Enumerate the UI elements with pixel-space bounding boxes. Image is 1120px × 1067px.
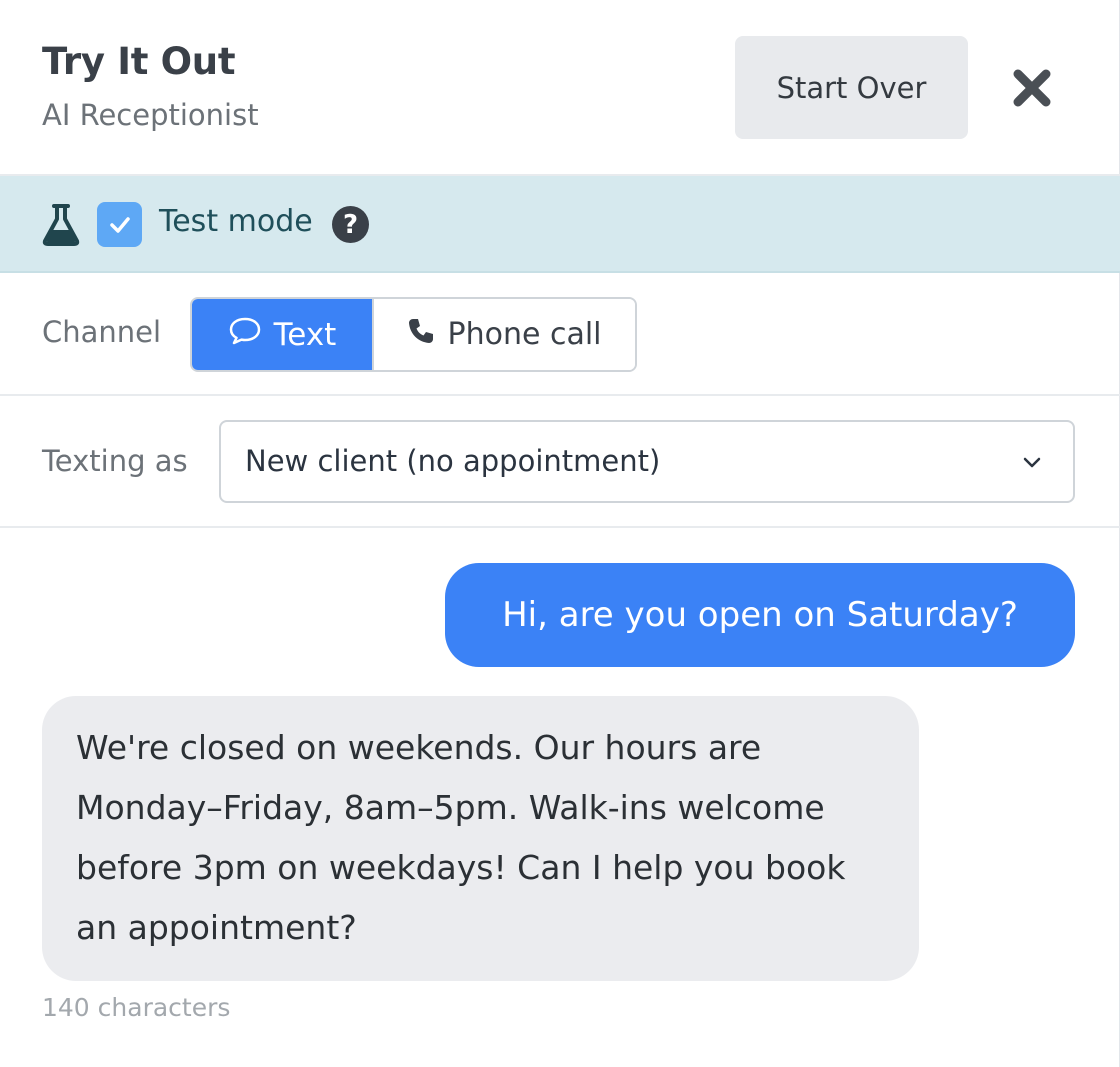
- texting-as-select[interactable]: New client (no appointment): [219, 420, 1075, 503]
- character-count: 140 characters: [42, 993, 231, 1022]
- test-mode-bar: Test mode ?: [0, 176, 1120, 273]
- close-icon[interactable]: [1012, 68, 1052, 108]
- channel-option-phone[interactable]: Phone call: [372, 299, 635, 370]
- message-bubble-user: Hi, are you open on Saturday?: [445, 563, 1075, 667]
- channel-row: Channel Text Phone call: [0, 273, 1120, 396]
- channel-option-text[interactable]: Text: [192, 299, 372, 370]
- phone-icon: [407, 317, 435, 353]
- panel-title: Try It Out: [42, 40, 236, 83]
- channel-label: Channel: [42, 315, 162, 349]
- message-bubble-assistant: We're closed on weekends. Our hours are …: [42, 696, 919, 981]
- channel-selector: Text Phone call: [190, 297, 637, 372]
- chat-bubble-icon: [228, 316, 262, 354]
- test-mode-label: Test mode: [159, 204, 313, 239]
- help-icon[interactable]: ?: [332, 206, 369, 243]
- texting-as-row: Texting as New client (no appointment): [0, 396, 1120, 528]
- channel-option-text-label: Text: [273, 316, 337, 353]
- channel-option-phone-label: Phone call: [447, 317, 602, 352]
- try-it-out-panel: Try It Out AI Receptionist Start Over Te…: [0, 0, 1120, 1067]
- texting-as-label: Texting as: [42, 444, 188, 478]
- panel-subtitle: AI Receptionist: [42, 98, 259, 132]
- flask-icon: [42, 204, 80, 246]
- test-mode-checkbox[interactable]: [97, 202, 142, 247]
- texting-as-value: New client (no appointment): [245, 444, 661, 478]
- panel-header: Try It Out AI Receptionist Start Over: [0, 0, 1120, 176]
- chevron-down-icon: [1021, 452, 1043, 474]
- start-over-button[interactable]: Start Over: [735, 36, 968, 139]
